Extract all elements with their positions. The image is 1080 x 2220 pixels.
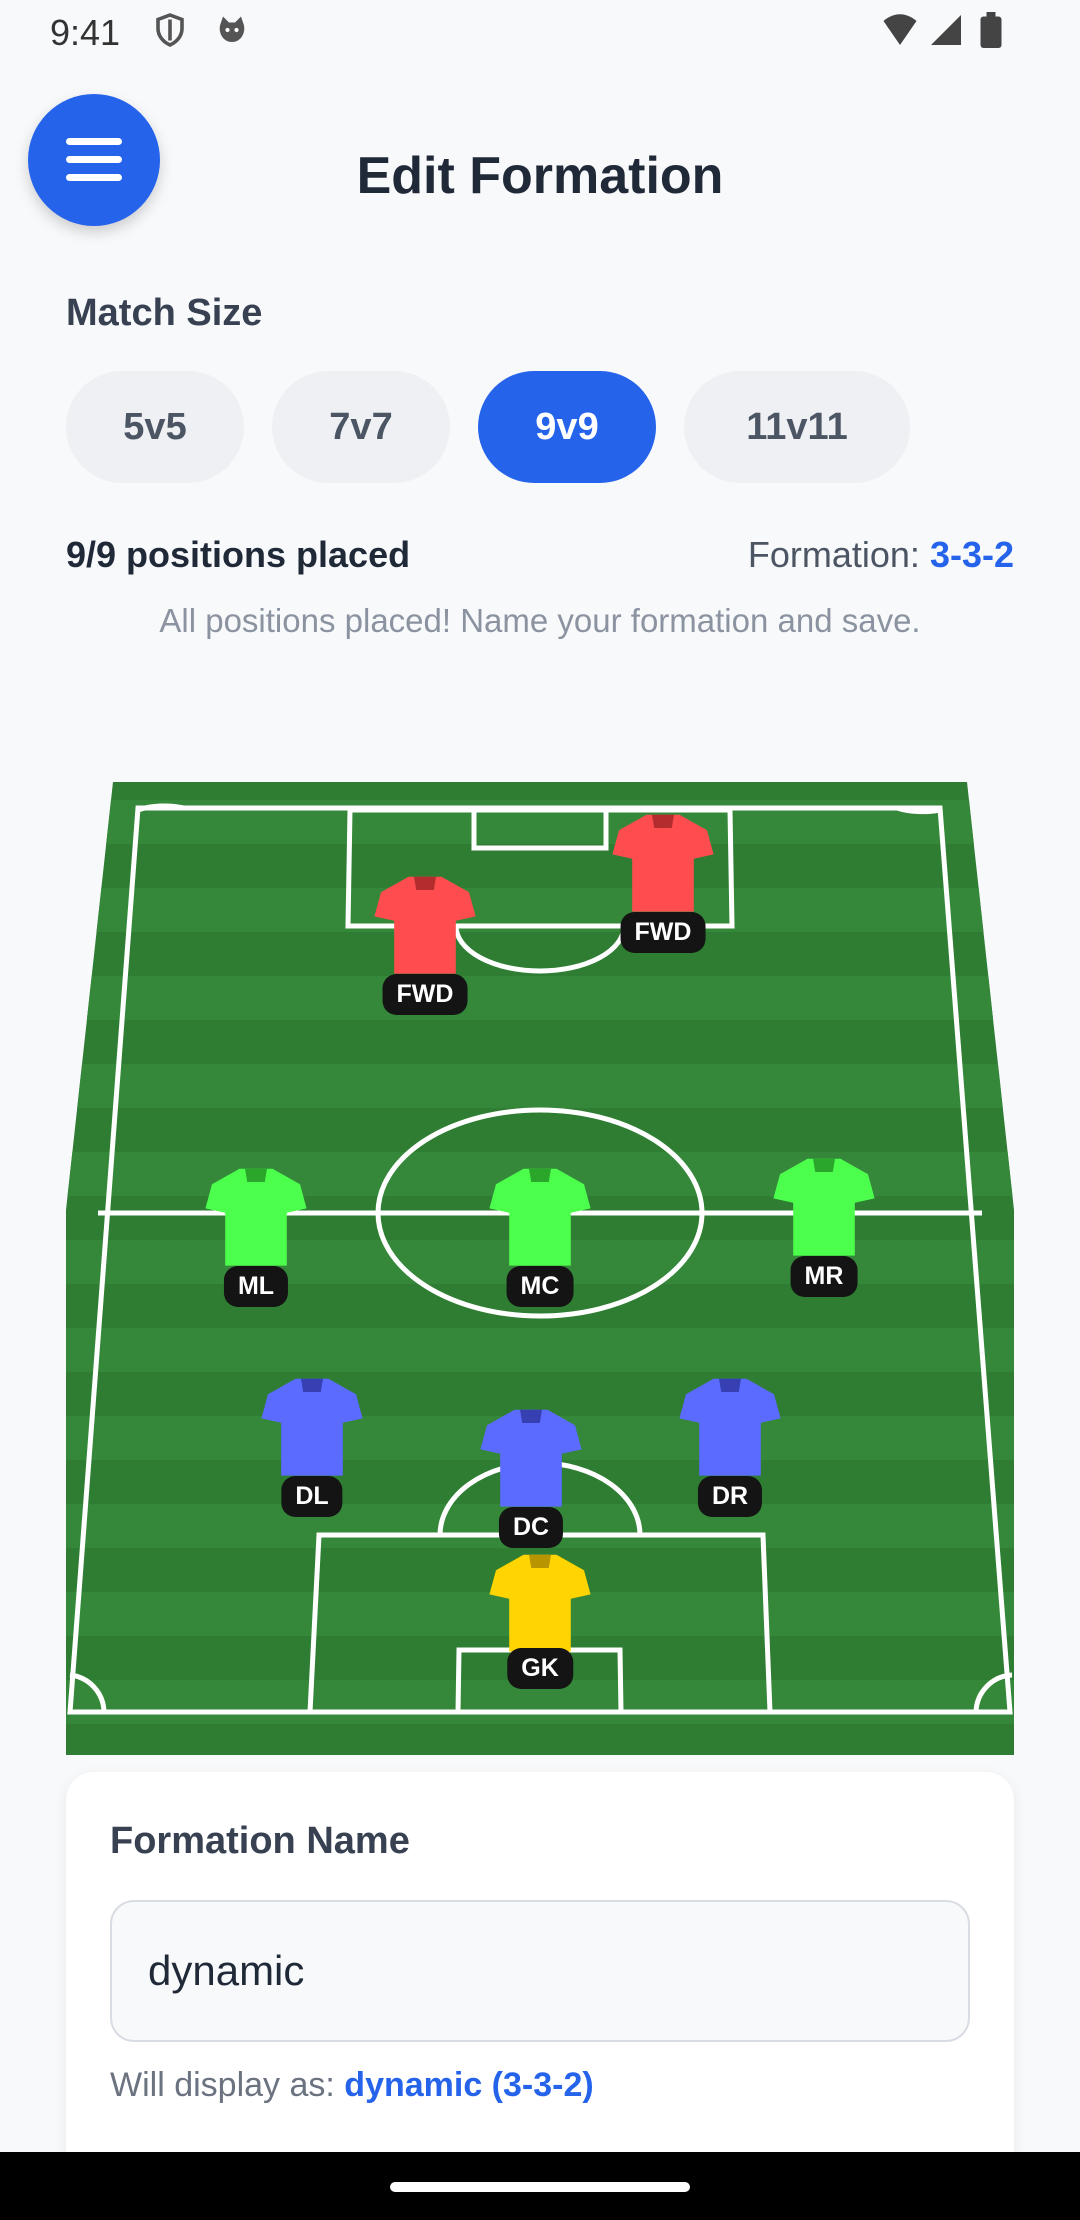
player-position-label: DR xyxy=(697,1476,763,1517)
system-navigation-bar xyxy=(0,2152,1080,2220)
display-preview: Will display as: dynamic (3-3-2) xyxy=(110,2066,594,2105)
formation-name-card: Formation Name dynamic Will display as: … xyxy=(66,1772,1014,2192)
status-time: 9:41 xyxy=(50,12,121,53)
shield-icon xyxy=(156,13,184,47)
match-size-option-9v9[interactable]: 9v9 xyxy=(478,371,656,483)
match-size-option-7v7[interactable]: 7v7 xyxy=(272,371,450,483)
jersey-icon xyxy=(205,1168,307,1266)
formation-name-label: Formation Name xyxy=(110,1820,410,1862)
player-dl[interactable]: DL xyxy=(247,1370,377,1517)
player-position-label: FWD xyxy=(382,974,468,1015)
display-preview-prefix: Will display as: xyxy=(110,2066,335,2104)
match-size-selector: 5v5 7v7 9v9 11v11 xyxy=(66,371,910,483)
positions-placed-count: 9/9 positions placed xyxy=(66,534,411,575)
match-size-option-11v11[interactable]: 11v11 xyxy=(684,371,910,483)
status-bar: 9:41 xyxy=(0,0,1080,64)
jersey-icon xyxy=(489,1168,591,1266)
player-dc[interactable]: DC xyxy=(466,1401,596,1548)
jersey-icon xyxy=(374,876,476,974)
match-size-option-5v5[interactable]: 5v5 xyxy=(66,371,244,483)
player-position-label: DL xyxy=(281,1476,343,1517)
status-hint: All positions placed! Name your formatio… xyxy=(159,602,921,639)
wifi-icon xyxy=(883,14,917,45)
player-position-label: GK xyxy=(507,1648,573,1689)
player-dr[interactable]: DR xyxy=(665,1370,795,1517)
cat-face-icon xyxy=(219,16,245,42)
player-mc[interactable]: MC xyxy=(475,1160,605,1307)
formation-label: Formation: xyxy=(747,534,920,575)
page-title: Edit Formation xyxy=(356,147,724,205)
player-mr[interactable]: MR xyxy=(759,1150,889,1297)
formation-value: 3-3-2 xyxy=(929,534,1014,575)
player-position-label: DC xyxy=(498,1507,564,1548)
player-gk[interactable]: GK xyxy=(475,1546,605,1689)
jersey-icon xyxy=(489,1554,591,1652)
home-gesture-handle[interactable] xyxy=(390,2182,690,2192)
battery-icon xyxy=(980,12,1002,48)
jersey-icon xyxy=(612,814,714,912)
player-position-label: MC xyxy=(506,1266,574,1307)
match-size-label: Match Size xyxy=(66,292,263,334)
player-ml[interactable]: ML xyxy=(191,1160,321,1307)
pitch[interactable]: FWD FWD ML MC MR DL DC DR GK xyxy=(0,770,1080,1760)
display-preview-value: dynamic (3-3-2) xyxy=(344,2066,594,2104)
player-position-label: FWD xyxy=(620,912,706,953)
formation-summary: Formation: 3-3-2 xyxy=(748,534,1014,576)
cellular-signal-icon xyxy=(931,15,961,45)
jersey-icon xyxy=(773,1158,875,1256)
formation-name-input[interactable]: dynamic xyxy=(110,1900,970,2042)
player-fwd-left[interactable]: FWD xyxy=(360,868,490,1015)
player-position-label: ML xyxy=(223,1266,289,1307)
player-position-label: MR xyxy=(790,1256,858,1297)
jersey-icon xyxy=(261,1378,363,1476)
player-fwd-right[interactable]: FWD xyxy=(598,806,728,953)
jersey-icon xyxy=(480,1409,582,1507)
jersey-icon xyxy=(679,1378,781,1476)
